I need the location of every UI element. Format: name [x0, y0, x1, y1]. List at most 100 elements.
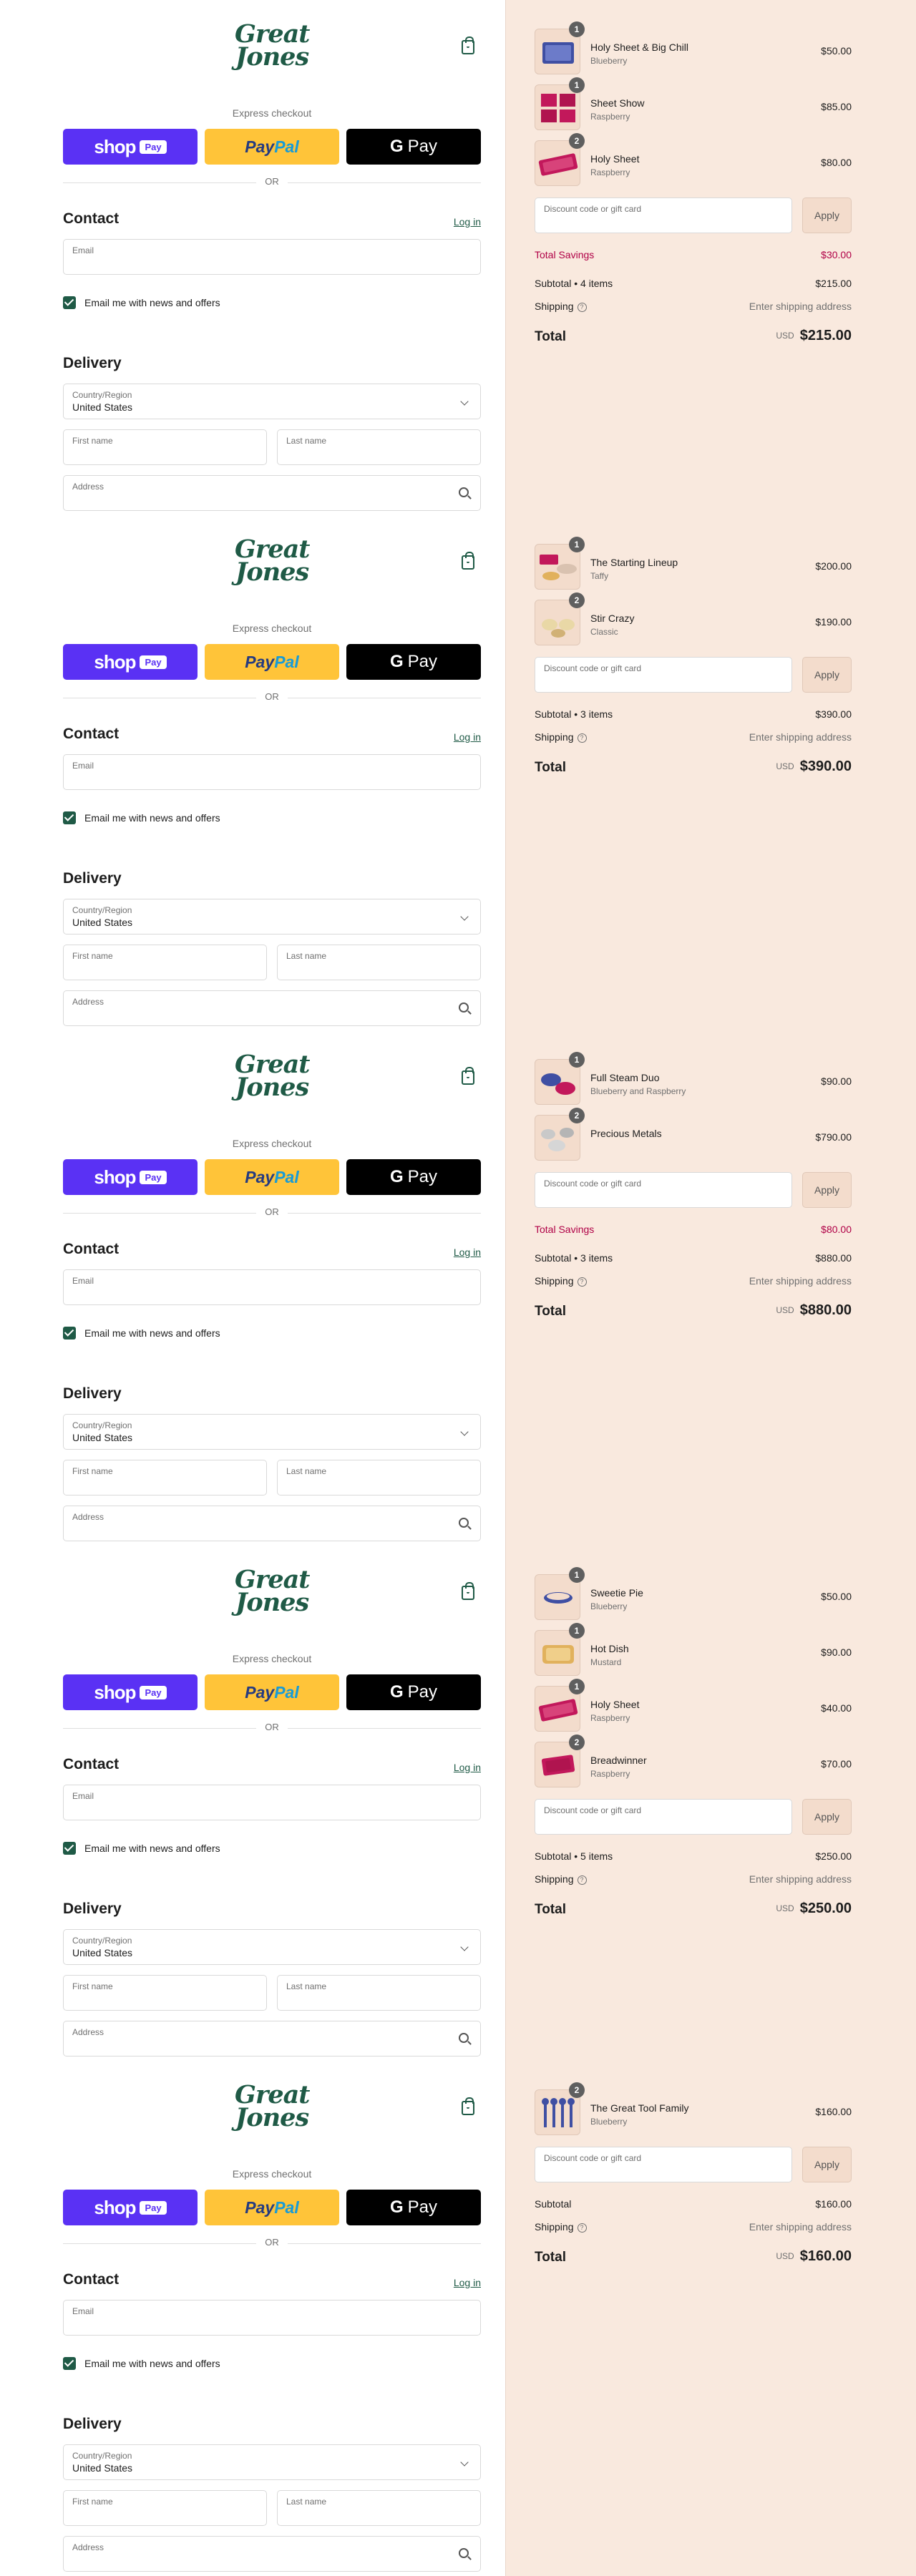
checkout-page: Great Jones Express checkout shop Pay Pay P…	[0, 1030, 916, 1546]
address-field[interactable]: Address	[63, 475, 481, 511]
discount-code-input[interactable]: Discount code or gift card	[535, 1799, 792, 1835]
paypal-button[interactable]: Pay Pal	[205, 644, 339, 680]
product-price: $160.00	[815, 2106, 852, 2117]
log-in-link[interactable]: Log in	[454, 1246, 481, 1258]
product-name: Precious Metals	[590, 1128, 662, 1139]
country-select[interactable]: Country/Region United States	[63, 899, 481, 935]
shop-pay-button[interactable]: shop Pay	[63, 1159, 198, 1195]
last-name-field[interactable]: Last name	[277, 1460, 481, 1496]
paypal-button[interactable]: Pay Pal	[205, 129, 339, 165]
email-field[interactable]: Email	[63, 1785, 481, 1820]
last-name-field[interactable]: Last name	[277, 945, 481, 980]
newsletter-checkbox[interactable]	[63, 1327, 76, 1340]
cart-item: 1 Sheet Show Raspberry $85.00	[535, 77, 852, 130]
first-name-field[interactable]: First name	[63, 429, 267, 465]
great-jones-logo[interactable]: Great Jones	[235, 1567, 310, 1623]
product-price: $50.00	[821, 1591, 852, 1602]
first-name-field[interactable]: First name	[63, 2490, 267, 2526]
great-jones-logo[interactable]: Great Jones	[235, 1052, 310, 1108]
google-pay-button[interactable]: G Pay	[346, 2190, 481, 2225]
great-jones-logo[interactable]: Great Jones	[235, 21, 310, 77]
country-select[interactable]: Country/Region United States	[63, 384, 481, 419]
log-in-link[interactable]: Log in	[454, 1762, 481, 1773]
google-pay-button[interactable]: G Pay	[346, 644, 481, 680]
paypal-button[interactable]: Pay Pal	[205, 1674, 339, 1710]
apply-discount-button[interactable]: Apply	[802, 657, 852, 693]
quantity-badge: 1	[569, 77, 585, 93]
first-name-field[interactable]: First name	[63, 945, 267, 980]
log-in-link[interactable]: Log in	[454, 2277, 481, 2288]
shopping-bag-icon[interactable]	[462, 2097, 474, 2115]
last-name-field[interactable]: Last name	[277, 1975, 481, 2011]
email-field[interactable]: Email	[63, 239, 481, 275]
email-field[interactable]: Email	[63, 754, 481, 790]
log-in-link[interactable]: Log in	[454, 731, 481, 743]
last-name-field[interactable]: Last name	[277, 2490, 481, 2526]
shop-pay-button[interactable]: shop Pay	[63, 644, 198, 680]
address-field[interactable]: Address	[63, 1506, 481, 1541]
newsletter-checkbox[interactable]	[63, 1842, 76, 1855]
first-name-field[interactable]: First name	[63, 1975, 267, 2011]
address-field[interactable]: Address	[63, 2536, 481, 2572]
quantity-badge: 1	[569, 1623, 585, 1639]
shipping-row: Shipping? Enter shipping address	[535, 1275, 852, 1287]
first-name-field[interactable]: First name	[63, 1460, 267, 1496]
apply-discount-button[interactable]: Apply	[802, 1172, 852, 1208]
contact-heading: Contact	[63, 1756, 120, 1772]
help-icon[interactable]: ?	[577, 1277, 587, 1287]
google-g-icon: G	[389, 1167, 404, 1186]
product-name: The Great Tool Family	[590, 2102, 689, 2114]
shipping-row: Shipping? Enter shipping address	[535, 301, 852, 312]
newsletter-checkbox[interactable]	[63, 2357, 76, 2370]
checkout-form: Great Jones Express checkout shop Pay Pay P…	[63, 515, 481, 1030]
shopping-bag-icon[interactable]	[462, 36, 474, 54]
product-name: Sheet Show	[590, 97, 645, 109]
product-variant: Raspberry	[590, 1713, 630, 1723]
chevron-down-icon	[460, 1943, 469, 1951]
great-jones-logo[interactable]: Great Jones	[235, 2082, 310, 2138]
paypal-button[interactable]: Pay Pal	[205, 1159, 339, 1195]
apply-discount-button[interactable]: Apply	[802, 1799, 852, 1835]
discount-code-input[interactable]: Discount code or gift card	[535, 197, 792, 233]
or-divider: OR	[63, 1206, 481, 1221]
newsletter-checkbox[interactable]	[63, 811, 76, 824]
google-pay-button[interactable]: G Pay	[346, 129, 481, 165]
shopping-bag-icon[interactable]	[462, 1067, 474, 1085]
help-icon[interactable]: ?	[577, 1875, 587, 1885]
shopping-bag-icon[interactable]	[462, 552, 474, 570]
address-field[interactable]: Address	[63, 990, 481, 1026]
country-select[interactable]: Country/Region United States	[63, 1929, 481, 1965]
express-checkout-buttons: shop Pay Pay Pal G Pay	[63, 1674, 481, 1710]
help-icon[interactable]: ?	[577, 303, 587, 312]
product-name: Holy Sheet	[590, 153, 640, 165]
newsletter-checkbox[interactable]	[63, 296, 76, 309]
email-field[interactable]: Email	[63, 1269, 481, 1305]
discount-code-input[interactable]: Discount code or gift card	[535, 1172, 792, 1208]
shopping-bag-icon[interactable]	[462, 1582, 474, 1600]
shipping-row: Shipping? Enter shipping address	[535, 731, 852, 743]
help-icon[interactable]: ?	[577, 2223, 587, 2233]
paypal-button[interactable]: Pay Pal	[205, 2190, 339, 2225]
discount-code-input[interactable]: Discount code or gift card	[535, 657, 792, 693]
last-name-field[interactable]: Last name	[277, 429, 481, 465]
apply-discount-button[interactable]: Apply	[802, 2147, 852, 2182]
country-select[interactable]: Country/Region United States	[63, 1414, 481, 1450]
email-field[interactable]: Email	[63, 2300, 481, 2336]
chevron-down-icon	[460, 2458, 469, 2467]
shop-pay-button[interactable]: shop Pay	[63, 2190, 198, 2225]
product-price: $790.00	[815, 1131, 852, 1143]
checkout-page: Great Jones Express checkout shop Pay Pay P…	[0, 515, 916, 1030]
country-select[interactable]: Country/Region United States	[63, 2444, 481, 2480]
address-field[interactable]: Address	[63, 2021, 481, 2057]
discount-code-input[interactable]: Discount code or gift card	[535, 2147, 792, 2182]
shop-pay-button[interactable]: shop Pay	[63, 1674, 198, 1710]
quantity-badge: 2	[569, 592, 585, 608]
apply-discount-button[interactable]: Apply	[802, 197, 852, 233]
google-pay-button[interactable]: G Pay	[346, 1674, 481, 1710]
log-in-link[interactable]: Log in	[454, 216, 481, 228]
help-icon[interactable]: ?	[577, 733, 587, 743]
google-pay-button[interactable]: G Pay	[346, 1159, 481, 1195]
great-jones-logo[interactable]: Great Jones	[235, 537, 310, 592]
search-icon	[459, 1518, 469, 1528]
shop-pay-button[interactable]: shop Pay	[63, 129, 198, 165]
